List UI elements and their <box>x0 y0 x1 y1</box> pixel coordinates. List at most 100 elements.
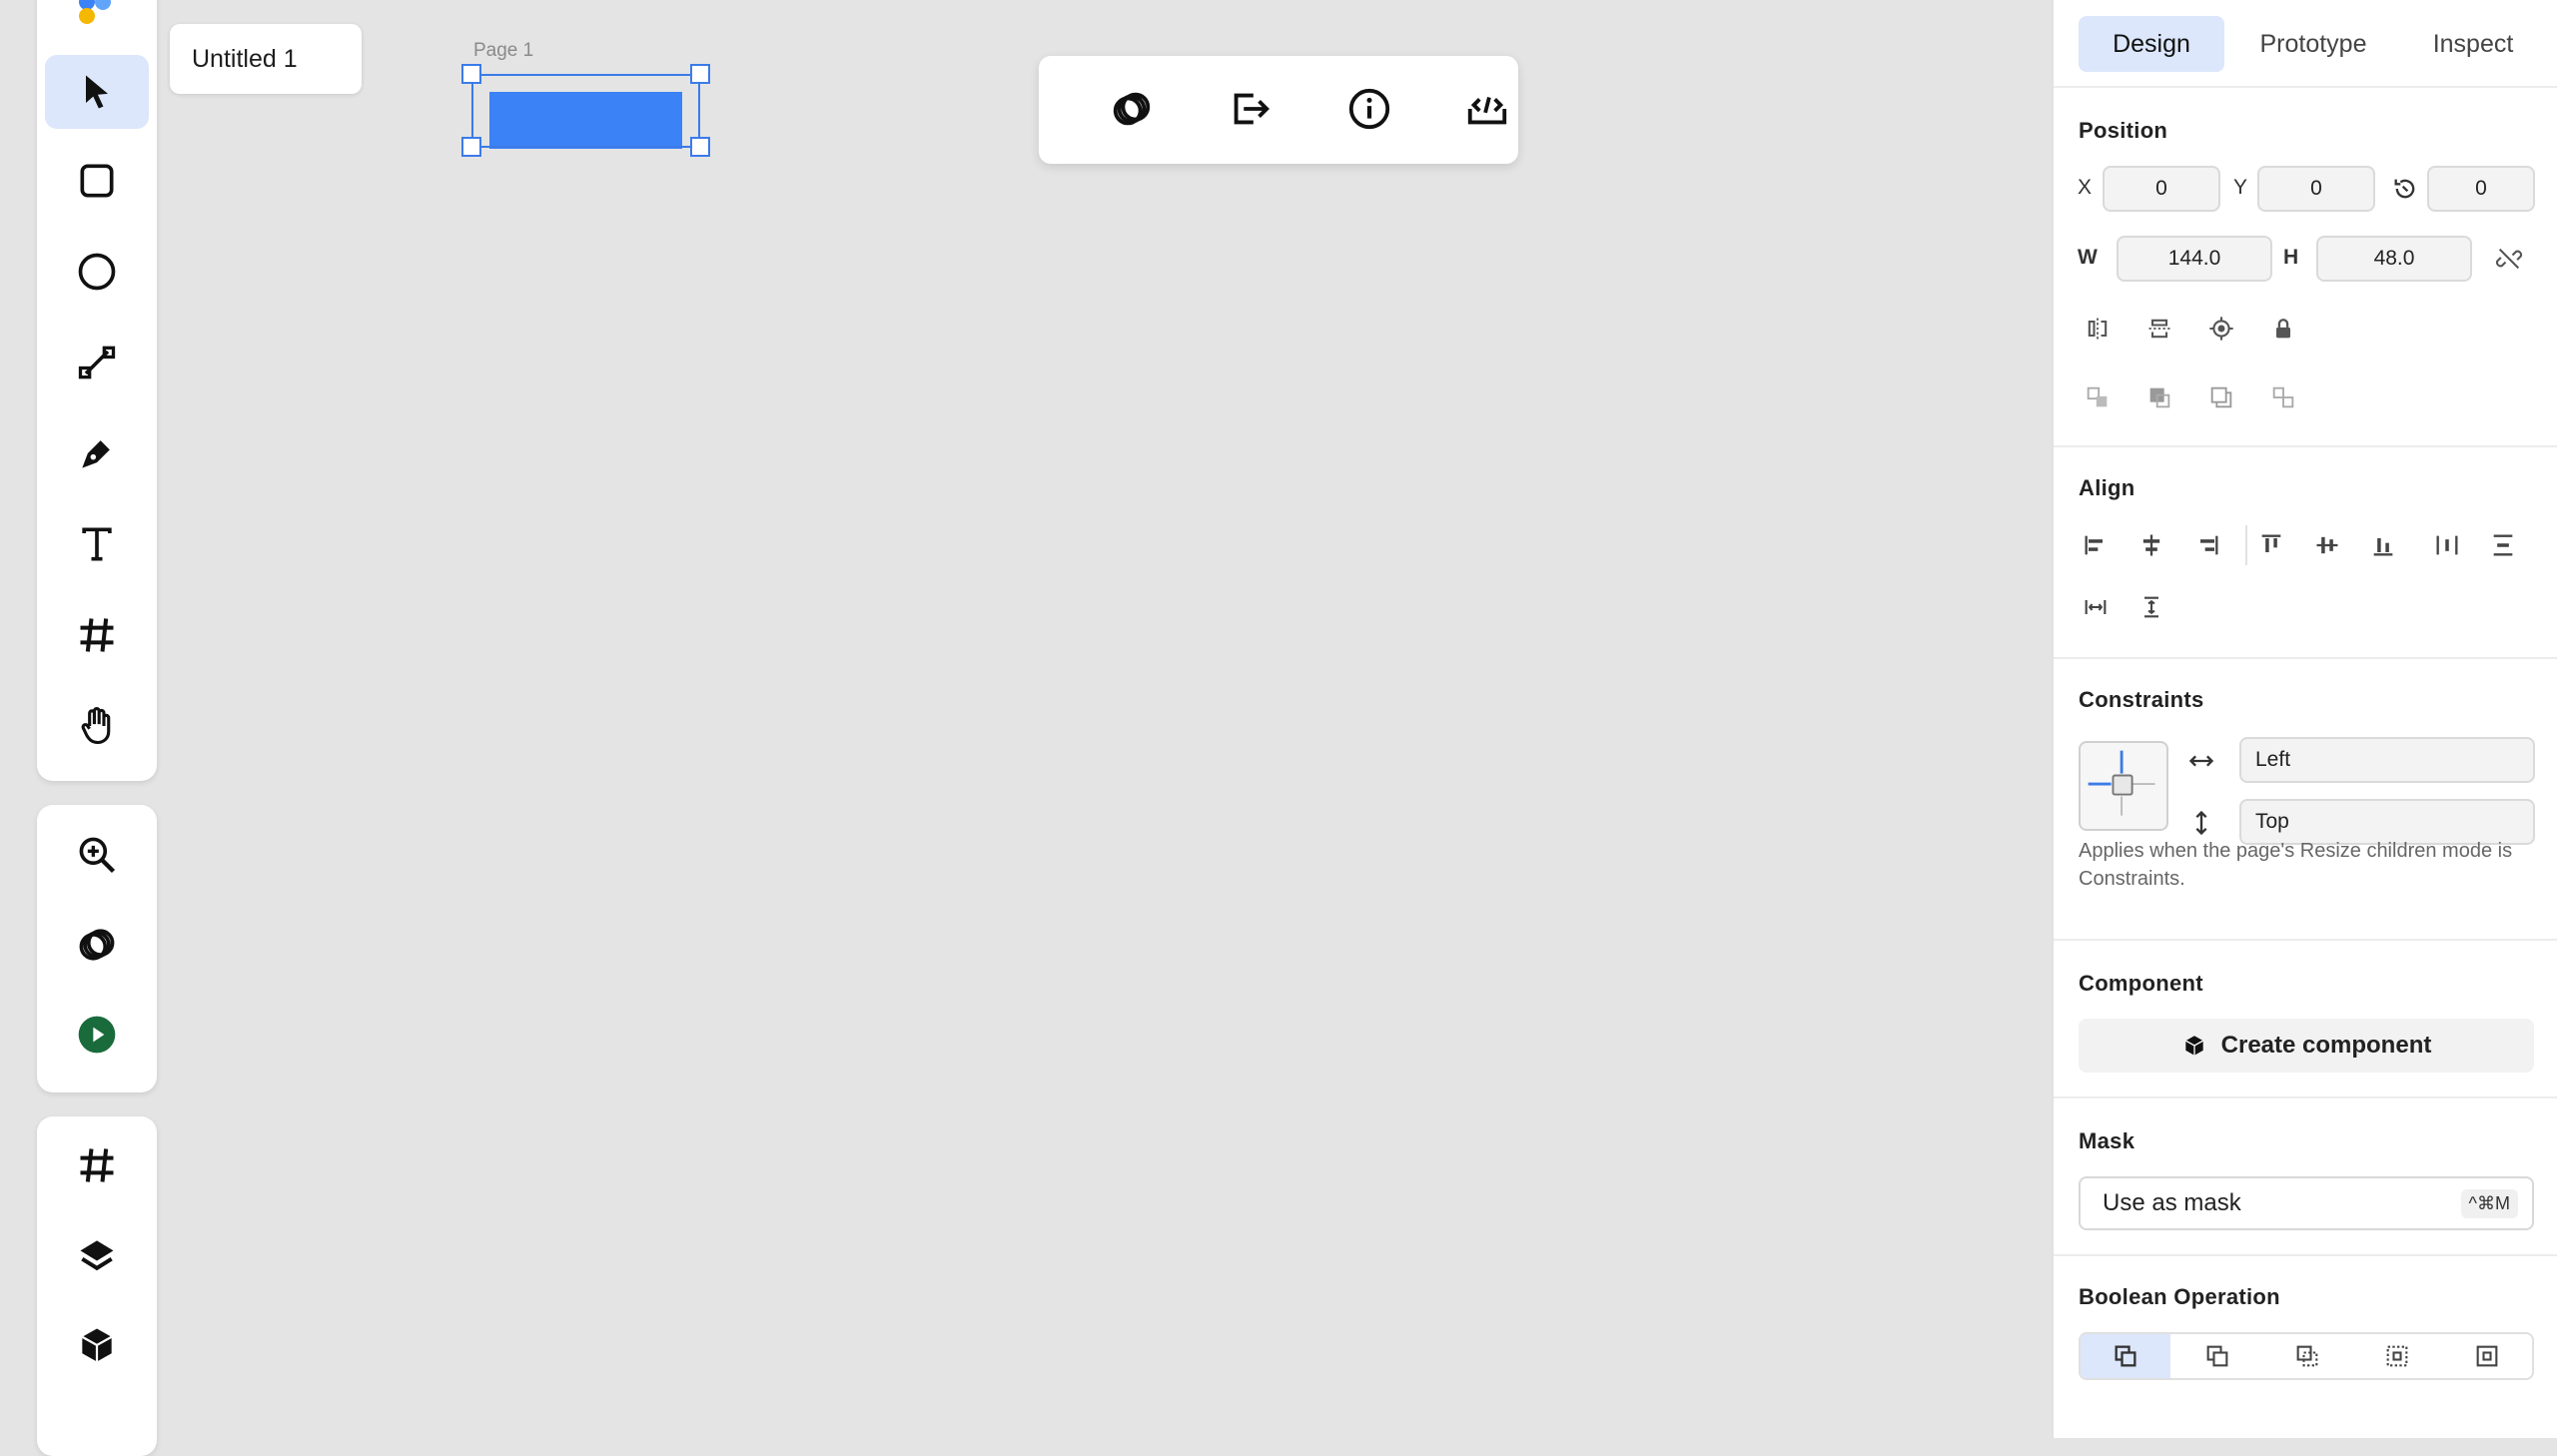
rings-icon <box>1113 92 1151 126</box>
x-input[interactable]: 0 <box>2103 166 2220 212</box>
document-tab[interactable]: Untitled 1 <box>170 24 362 94</box>
frame-tool[interactable] <box>45 598 149 672</box>
layers-button[interactable] <box>45 1218 149 1292</box>
boolean-union-button[interactable] <box>2081 1334 2170 1378</box>
rotation-icon <box>2389 173 2421 205</box>
selection-outline <box>471 74 700 148</box>
create-component-button[interactable]: Create component <box>2079 1019 2534 1073</box>
horizontal-constraint-select[interactable]: Left <box>2239 737 2535 783</box>
text-icon <box>82 527 112 561</box>
send-backward-icon[interactable] <box>2082 381 2114 413</box>
align-bottom-icon[interactable] <box>2367 529 2399 561</box>
info-action[interactable] <box>1338 78 1400 140</box>
zoom-icon <box>79 837 116 874</box>
line-icon <box>78 346 116 379</box>
resize-handle-top-right[interactable] <box>690 64 710 84</box>
align-left-icon[interactable] <box>2080 529 2112 561</box>
align-right-icon[interactable] <box>2191 529 2223 561</box>
exclude-icon <box>2386 1345 2408 1367</box>
component-box-icon <box>81 1328 113 1362</box>
unlink-proportions-icon[interactable] <box>2493 243 2525 275</box>
resize-handle-bottom-right[interactable] <box>690 137 710 157</box>
width-input[interactable]: 144.0 <box>2117 236 2272 282</box>
mask-shortcut: ^⌘M <box>2460 1189 2518 1218</box>
position-section: Position X 0 Y 0 0 W 144.0 H 48.0 <box>2054 88 2557 447</box>
align-top-icon[interactable] <box>2255 529 2287 561</box>
select-tool[interactable] <box>45 55 149 129</box>
floating-actions-bar <box>1039 56 1518 164</box>
resize-handle-top-left[interactable] <box>461 64 481 84</box>
lock-icon[interactable] <box>2267 313 2299 345</box>
horizontal-constraint-icon <box>2185 745 2217 777</box>
properties-panel: Design Prototype Inspect Position X 0 Y … <box>2052 0 2557 1438</box>
subtract-icon <box>2206 1345 2228 1367</box>
create-component-label: Create component <box>2220 1032 2432 1059</box>
y-input[interactable]: 0 <box>2257 166 2375 212</box>
text-tool[interactable] <box>45 507 149 581</box>
align-section: Align <box>2054 447 2557 659</box>
code-action[interactable] <box>1456 78 1518 140</box>
assets-button[interactable] <box>45 1308 149 1382</box>
export-action[interactable] <box>1219 78 1280 140</box>
bring-to-front-icon[interactable] <box>2267 381 2299 413</box>
component-section: Component Create component <box>2054 941 2557 1098</box>
constraints-widget[interactable] <box>2079 741 2168 831</box>
pen-icon <box>82 440 110 468</box>
code-icon <box>1467 97 1507 125</box>
boolean-flatten-button[interactable] <box>2442 1334 2532 1378</box>
app-logo-icon <box>79 0 111 24</box>
intersect-icon <box>2296 1345 2318 1367</box>
use-as-mask-label: Use as mask <box>2103 1189 2241 1216</box>
pen-tool[interactable] <box>45 416 149 490</box>
line-tool[interactable] <box>45 326 149 399</box>
y-label: Y <box>2233 176 2248 199</box>
boolean-subtract-button[interactable] <box>2172 1334 2262 1378</box>
tab-prototype[interactable]: Prototype <box>2233 16 2393 72</box>
grid-button[interactable] <box>45 1128 149 1202</box>
send-to-back-icon[interactable] <box>2205 381 2237 413</box>
mask-title: Mask <box>2079 1128 2135 1153</box>
hand-tool[interactable] <box>45 689 149 763</box>
resize-handle-bottom-left[interactable] <box>461 137 481 157</box>
space-vertical-icon[interactable] <box>2135 591 2167 623</box>
rectangle-icon <box>80 164 114 198</box>
ellipse-tool[interactable] <box>45 235 149 309</box>
align-center-v-icon[interactable] <box>2311 529 2343 561</box>
constraints-diagram-icon <box>2088 750 2155 816</box>
zoom-button[interactable] <box>45 818 149 892</box>
boolean-operations <box>2079 1332 2534 1380</box>
distribute-vertical-icon[interactable] <box>2487 529 2519 561</box>
position-title: Position <box>2079 118 2168 143</box>
mask-section: Mask Use as mask ^⌘M <box>2054 1098 2557 1256</box>
space-horizontal-icon[interactable] <box>2080 591 2112 623</box>
use-as-mask-button[interactable]: Use as mask ^⌘M <box>2079 1176 2534 1230</box>
rotation-input[interactable]: 0 <box>2427 166 2535 212</box>
constraints-note: Applies when the page's Resize children … <box>2079 840 2513 890</box>
target-icon[interactable] <box>2205 313 2237 345</box>
w-label: W <box>2078 246 2098 269</box>
x-label: X <box>2078 176 2093 199</box>
bring-forward-icon[interactable] <box>2143 381 2175 413</box>
tab-inspect[interactable]: Inspect <box>2403 16 2543 72</box>
boolean-intersect-button[interactable] <box>2262 1334 2352 1378</box>
flip-horizontal-icon[interactable] <box>2082 313 2114 345</box>
height-input[interactable]: 48.0 <box>2316 236 2472 282</box>
rings-action[interactable] <box>1101 78 1163 140</box>
grid-icon <box>80 1148 114 1182</box>
frame-label[interactable]: Page 1 <box>473 40 533 62</box>
rectangle-tool[interactable] <box>45 144 149 218</box>
hand-icon <box>81 707 111 745</box>
union-icon <box>2115 1345 2136 1367</box>
boolean-title: Boolean Operation <box>2079 1284 2280 1309</box>
rings-button[interactable] <box>45 908 149 982</box>
layers-icon <box>80 1240 114 1271</box>
info-icon <box>1348 88 1390 130</box>
boolean-exclude-button[interactable] <box>2352 1334 2442 1378</box>
tab-design[interactable]: Design <box>2079 16 2224 72</box>
align-divider <box>2245 525 2247 565</box>
distribute-horizontal-icon[interactable] <box>2431 529 2463 561</box>
play-button[interactable] <box>45 998 149 1072</box>
tool-palette <box>37 0 157 781</box>
flip-vertical-icon[interactable] <box>2143 313 2175 345</box>
align-center-h-icon[interactable] <box>2135 529 2167 561</box>
